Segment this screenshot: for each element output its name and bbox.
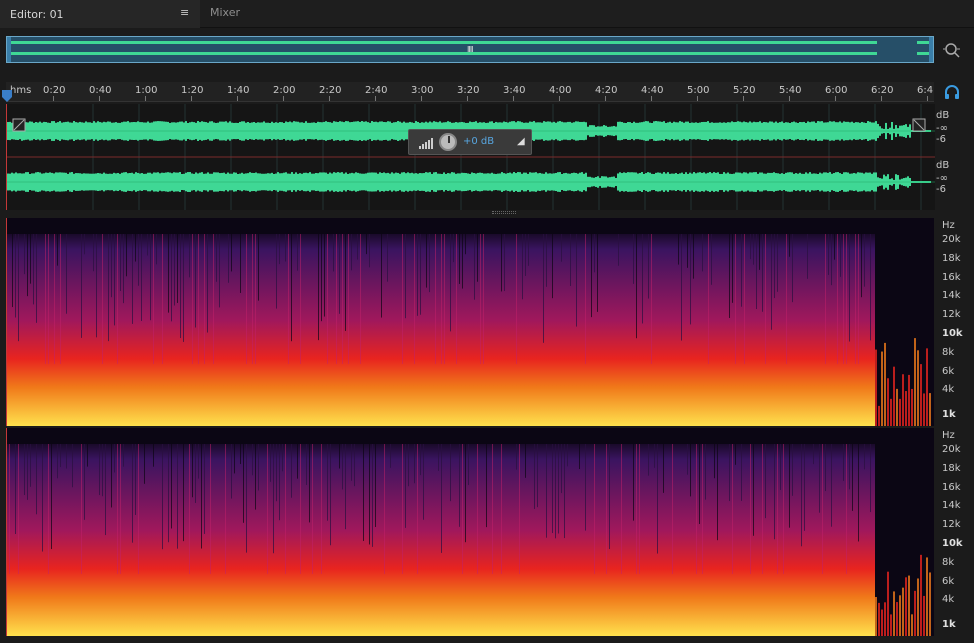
ruler-tick-label: 5:00 <box>687 85 710 96</box>
ruler-unit: hms <box>10 85 32 96</box>
hz-unit-label: Hz <box>942 430 955 441</box>
ruler-tick-label: 1:20 <box>181 85 204 96</box>
tab-mixer[interactable]: Mixer <box>200 0 268 28</box>
hud-volume[interactable]: +0 dB ◢ <box>408 129 532 155</box>
ruler-tick <box>559 96 560 101</box>
db-minus6-label: -6 <box>936 184 946 195</box>
hz-tick-label: 18k <box>942 462 961 474</box>
ruler-tick <box>421 96 422 101</box>
hz-tick-label: 12k <box>942 519 961 531</box>
ruler-tick-label: 0:20 <box>43 85 66 96</box>
level-meter-icon <box>419 138 433 149</box>
ruler-tick <box>881 96 882 101</box>
ruler-tick <box>743 96 744 101</box>
db-label: dB <box>936 160 950 171</box>
ruler-tick <box>329 96 330 101</box>
hz-tick-label: 20k <box>942 444 961 455</box>
ruler-tick-label: 1:40 <box>227 85 250 96</box>
time-ruler[interactable]: hms 0:20 0:40 1:00 1:20 1:40 2:00 2:20 2:40 3:00… <box>6 82 934 102</box>
hz-scale-ch2: Hz 20k 18k 16k 14k 12k 10k 8k 6k 4k 1k <box>934 430 974 638</box>
spectrogram-ch1[interactable] <box>6 218 934 426</box>
headphones-icon[interactable] <box>944 84 960 100</box>
pin-icon[interactable]: ◢ <box>517 136 525 147</box>
ruler-tick-label: 2:00 <box>273 85 296 96</box>
tab-menu-icon[interactable]: ≡ <box>180 6 190 19</box>
ruler-tick <box>927 96 928 101</box>
hz-tick-label: 16k <box>942 271 961 283</box>
ruler-tick <box>605 96 606 101</box>
hz-tick-label: 1k <box>942 619 956 631</box>
ruler-tick <box>375 96 376 101</box>
hz-tick-label: 16k <box>942 481 961 493</box>
ruler-tick-label: 5:20 <box>733 85 756 96</box>
ruler-tick <box>789 96 790 101</box>
ruler-tick <box>697 96 698 101</box>
ruler-tick <box>467 96 468 101</box>
ruler-tick-label: 2:40 <box>365 85 388 96</box>
hz-tick-label: 10k <box>942 538 963 549</box>
spectrogram-display-ch2 <box>7 428 934 636</box>
panel-divider-grip[interactable] <box>492 211 516 214</box>
overview-navigator[interactable]: IIII <box>6 36 934 63</box>
ruler-tick-label: 4:20 <box>595 85 618 96</box>
playhead-marker-icon[interactable] <box>2 90 12 102</box>
ruler-tick-label: 3:00 <box>411 85 434 96</box>
hz-tick-label: 14k <box>942 500 961 512</box>
ruler-tick-label: 3:20 <box>457 85 480 96</box>
db-minus6-label: -6 <box>936 134 946 145</box>
hz-unit-label: Hz <box>942 220 955 231</box>
hz-tick-label: 4k <box>942 594 955 606</box>
hz-tick-label: 18k <box>942 252 961 264</box>
tab-editor[interactable]: Editor: 01 qXVN[_TX×I'XLcG.mp3 <box>0 0 200 47</box>
ruler-tick-label: 3:40 <box>503 85 526 96</box>
hz-tick-label: 12k <box>942 309 961 321</box>
ruler-tick-label: 2:20 <box>319 85 342 96</box>
ruler-tick-label: 0:40 <box>89 85 112 96</box>
hz-tick-label: 8k <box>942 556 955 568</box>
db-inf-label: -∞ <box>936 123 948 134</box>
ruler-tick <box>513 96 514 101</box>
hz-tick-label: 1k <box>942 409 956 421</box>
hz-scale-ch1: Hz 20k 18k 16k 14k 12k 10k 8k 6k 4k 1k <box>934 220 974 428</box>
hz-tick-label: 6k <box>942 575 955 587</box>
hz-tick-label: 20k <box>942 234 961 245</box>
ruler-tick <box>237 96 238 101</box>
ruler-tick-label: 4:00 <box>549 85 572 96</box>
overview-left-handle[interactable] <box>7 37 11 62</box>
db-scale-ch2: dB -∞ -6 <box>936 160 949 195</box>
db-scale-ch1: dB -∞ -6 <box>936 110 949 145</box>
ruler-tick-label: 4:40 <box>641 85 664 96</box>
ruler-tick-label: 5:40 <box>779 85 802 96</box>
waveform-display <box>7 104 935 210</box>
ruler-tick-label: 6:20 <box>871 85 894 96</box>
ruler-tick-label: 6:4 <box>917 85 934 96</box>
hz-tick-label: 4k <box>942 384 955 396</box>
spectrogram-display-ch1 <box>7 218 934 426</box>
hz-tick-label: 14k <box>942 290 961 302</box>
waveform-panel[interactable] <box>6 104 935 210</box>
hz-tick-label: 6k <box>942 365 955 377</box>
volume-value[interactable]: +0 dB <box>463 136 494 147</box>
zoom-selection-icon[interactable] <box>942 40 962 60</box>
ruler-tick-label: 1:00 <box>135 85 158 96</box>
hz-tick-label: 10k <box>942 328 963 339</box>
ruler-tick <box>651 96 652 101</box>
ruler-tick <box>99 96 100 101</box>
hz-tick-label: 8k <box>942 346 955 358</box>
db-label: dB <box>936 110 950 121</box>
ruler-tick <box>191 96 192 101</box>
spectrogram-ch2[interactable] <box>6 428 934 636</box>
ruler-tick <box>835 96 836 101</box>
ruler-tick-label: 6:00 <box>825 85 848 96</box>
tab-bar: Editor: 01 qXVN[_TX×I'XLcG.mp3 ≡ Mixer <box>0 0 974 47</box>
tab-mixer-label: Mixer <box>210 6 241 19</box>
overview-grip[interactable]: IIII <box>467 45 474 54</box>
ruler-tick <box>283 96 284 101</box>
volume-knob[interactable] <box>439 133 457 151</box>
db-inf-label: -∞ <box>936 173 948 184</box>
ruler-tick <box>145 96 146 101</box>
ruler-tick <box>53 96 54 101</box>
overview-right-handle[interactable] <box>929 37 933 62</box>
